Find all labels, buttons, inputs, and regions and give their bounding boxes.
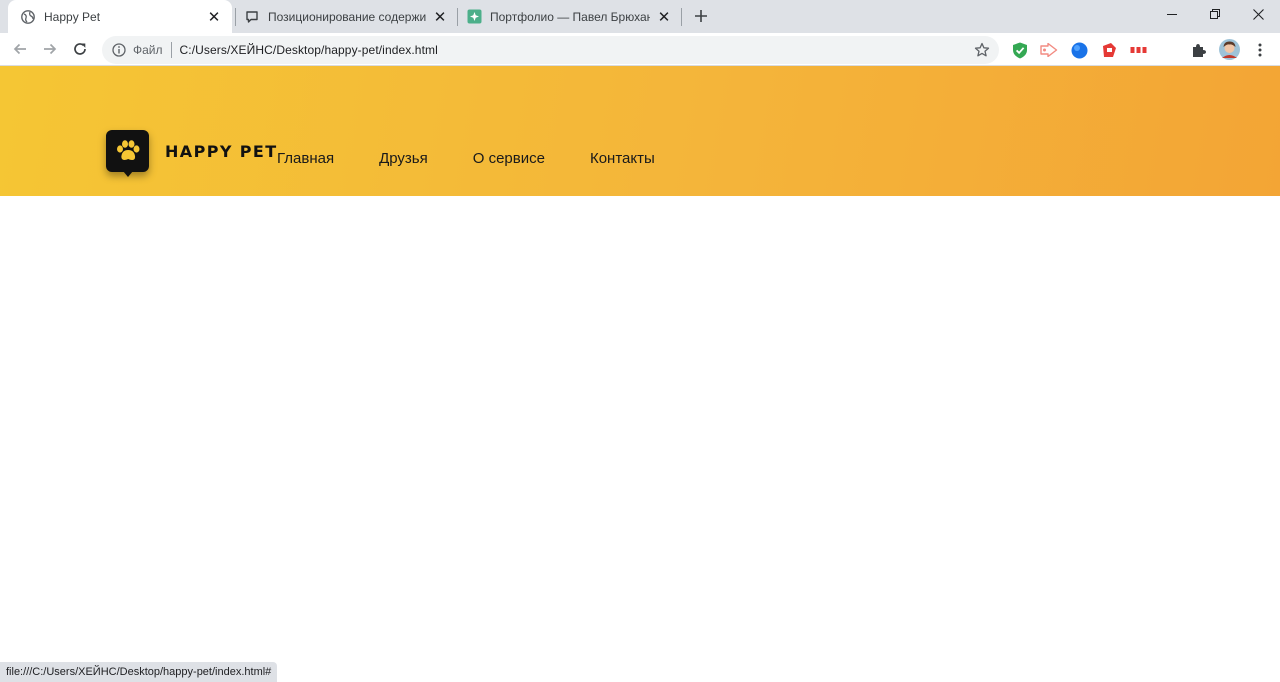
blue-circle-icon[interactable] (1070, 41, 1088, 59)
nav-link-friends[interactable]: Друзья (379, 150, 428, 167)
tab-title: Happy Pet (44, 9, 101, 24)
chat-bubble-icon (244, 9, 260, 25)
arrow-play-icon[interactable] (1040, 41, 1058, 59)
tab-happy-pet[interactable]: Happy Pet ✕ (8, 0, 232, 33)
browser-toolbar: Файл C:/Users/ХЕЙНС/Desktop/happy-pet/in… (0, 33, 1280, 66)
main-nav: Главная Друзья О сервисе Контакты (277, 150, 700, 167)
nav-link-contacts[interactable]: Контакты (590, 150, 655, 167)
nav-link-home[interactable]: Главная (277, 150, 334, 167)
tab-title: Портфолио — Павел Брюханов (490, 9, 650, 24)
forward-arrow-icon (44, 43, 57, 55)
logo[interactable] (106, 130, 149, 177)
url-text[interactable]: C:/Users/ХЕЙНС/Desktop/happy-pet/index.h… (180, 43, 438, 57)
new-tab-button[interactable] (690, 5, 712, 27)
omnibox-divider (170, 42, 172, 58)
page-viewport: HAPPY PET Главная Друзья О сервисе Конта… (0, 66, 1280, 682)
tab-separator (457, 8, 458, 26)
puzzle-icon[interactable] (1190, 41, 1208, 59)
nav-link-about[interactable]: О сервисе (473, 150, 545, 167)
close-window-button[interactable] (1236, 0, 1280, 28)
info-icon[interactable] (112, 43, 126, 57)
menu-kebab-icon[interactable] (1251, 41, 1269, 59)
restore-button[interactable] (1193, 0, 1237, 28)
close-icon[interactable]: ✕ (656, 9, 672, 26)
back-button[interactable] (8, 37, 32, 61)
tab-portfolio[interactable]: Портфолио — Павел Брюханов ✕ (460, 0, 680, 33)
address-bar[interactable]: Файл C:/Users/ХЕЙНС/Desktop/happy-pet/in… (102, 36, 999, 64)
back-arrow-icon (13, 43, 26, 55)
minimize-button[interactable] (1150, 0, 1194, 28)
forward-button[interactable] (38, 37, 62, 61)
close-icon[interactable]: ✕ (432, 9, 448, 26)
brand-name[interactable]: HAPPY PET (165, 142, 278, 161)
scheme-label: Файл (133, 43, 163, 57)
reload-button[interactable] (68, 37, 92, 61)
tab-strip: Happy Pet ✕ Позиционирование содержимого… (0, 0, 1280, 33)
portfolio-icon (466, 9, 482, 25)
minimize-icon (1167, 14, 1177, 15)
plus-icon (695, 10, 707, 22)
close-window-icon (1252, 8, 1264, 20)
globe-icon (20, 9, 36, 25)
tab-separator (681, 8, 682, 26)
tab-title: Позиционирование содержимого (268, 9, 426, 24)
text-badge-icon[interactable] (1130, 41, 1148, 59)
red-tag-icon[interactable] (1100, 41, 1118, 59)
avatar[interactable] (1219, 39, 1240, 60)
shield-check-icon[interactable] (1011, 41, 1029, 59)
close-icon[interactable]: ✕ (206, 9, 222, 26)
restore-icon (1210, 9, 1220, 19)
paw-icon (116, 140, 139, 160)
tab-positioning[interactable]: Позиционирование содержимого ✕ (236, 0, 456, 33)
site-header: HAPPY PET Главная Друзья О сервисе Конта… (0, 66, 1280, 196)
star-icon[interactable] (974, 42, 990, 58)
status-url-bubble: file:///C:/Users/ХЕЙНС/Desktop/happy-pet… (0, 662, 278, 682)
reload-icon (74, 43, 86, 55)
